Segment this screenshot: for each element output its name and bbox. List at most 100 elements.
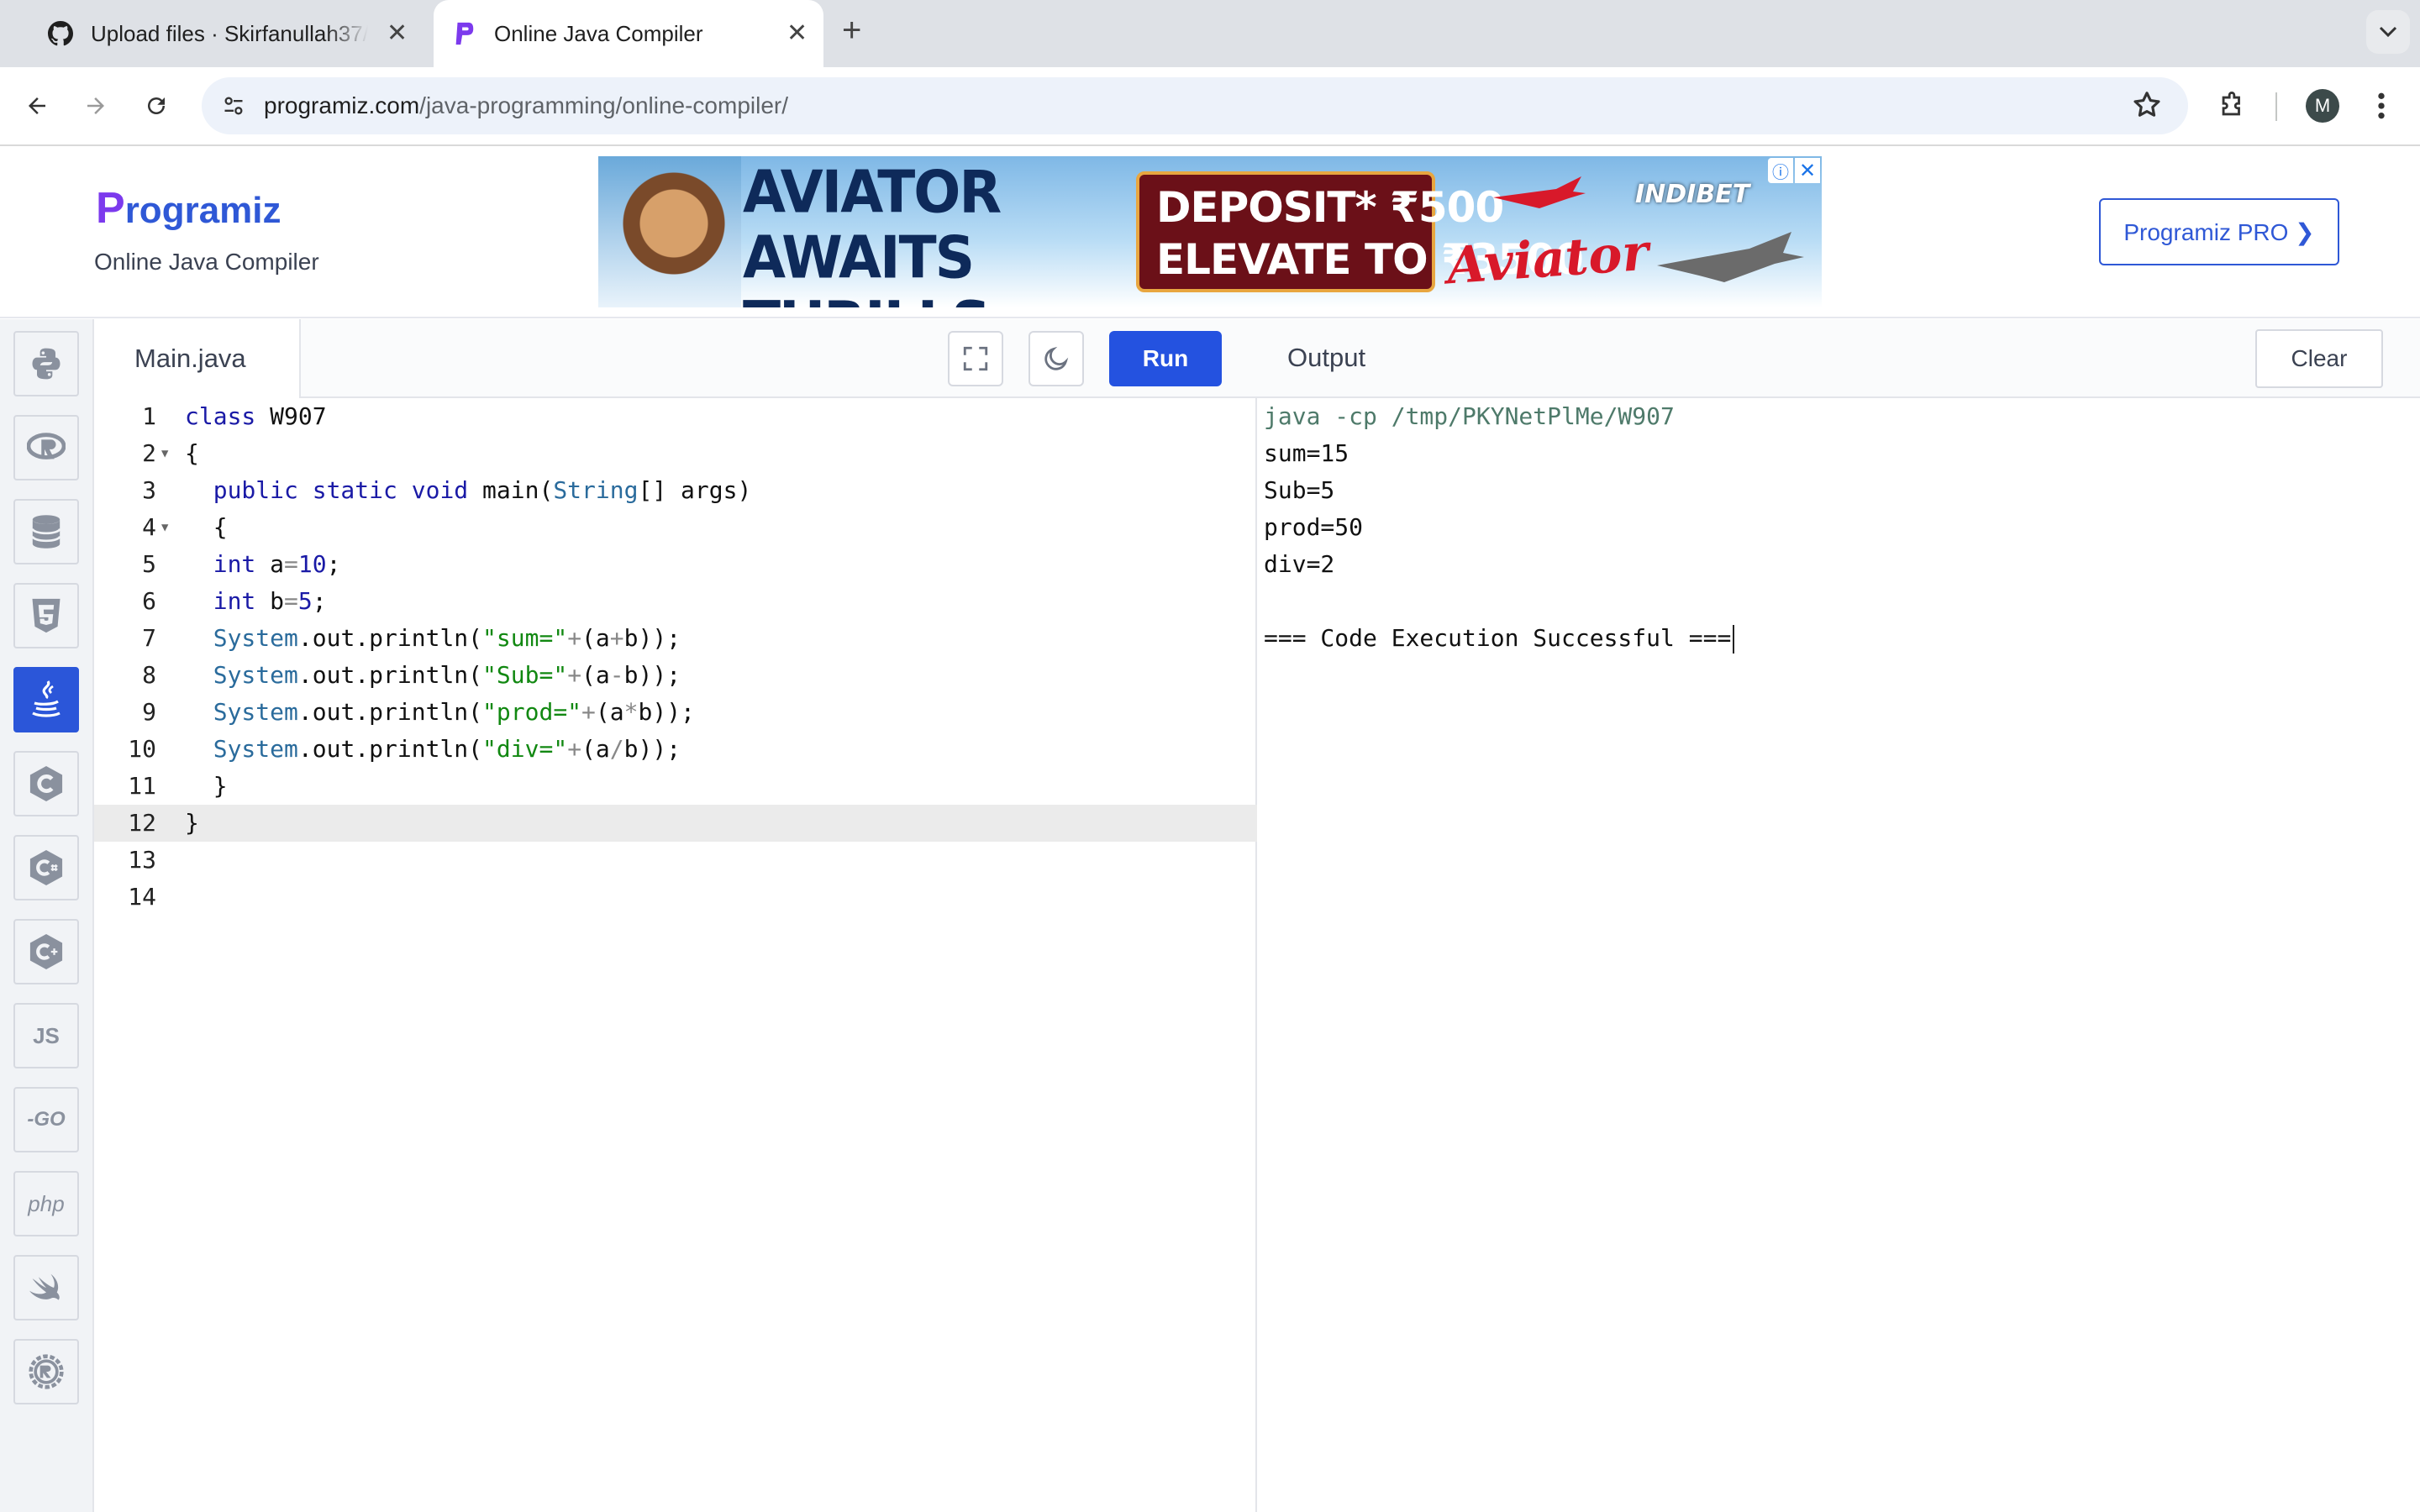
code-editor-pane: Main.java Run 1 class W907 2 ▼{3 public sta… bbox=[94, 319, 1257, 1512]
advertisement-banner[interactable]: AVIATOR AWAITS THRILLS ABOVE DEPOSIT* ₹5… bbox=[598, 156, 1822, 307]
swift-icon[interactable] bbox=[13, 1255, 79, 1320]
output-pane: Output Clear java -cp /tmp/PKYNetPlMe/W9… bbox=[1257, 319, 2420, 1512]
output-line: Sub=5 bbox=[1264, 476, 1335, 504]
r-lang-icon[interactable] bbox=[13, 415, 79, 480]
code-line[interactable]: 1 class W907 bbox=[94, 398, 1257, 435]
code-line[interactable]: 8 System.out.println("Sub="+(a-b)); bbox=[94, 657, 1257, 694]
extensions-icon[interactable] bbox=[2210, 84, 2254, 128]
tab-search-icon[interactable] bbox=[2366, 10, 2410, 54]
browser-tab-programiz[interactable]: Online Java Compiler ✕ bbox=[434, 0, 823, 67]
ad-close-icon[interactable]: ✕ bbox=[1795, 158, 1820, 183]
clear-button[interactable]: Clear bbox=[2255, 329, 2383, 388]
browser-menu-icon[interactable] bbox=[2360, 84, 2403, 128]
code-line[interactable]: 4 ▼ { bbox=[94, 509, 1257, 546]
fullscreen-icon[interactable] bbox=[948, 331, 1003, 386]
code-line[interactable]: 11 } bbox=[94, 768, 1257, 805]
code-line[interactable]: 5 int a=10; bbox=[94, 546, 1257, 583]
code-text: class W907 bbox=[185, 402, 327, 430]
database-icon[interactable] bbox=[13, 499, 79, 564]
editor-header: Main.java Run bbox=[94, 319, 1257, 398]
line-number: 14 bbox=[128, 883, 156, 911]
output-title: Output bbox=[1287, 343, 1366, 372]
code-line[interactable]: 9 System.out.println("prod="+(a*b)); bbox=[94, 694, 1257, 731]
close-tab-icon[interactable]: ✕ bbox=[786, 18, 808, 48]
ad-info-icon[interactable]: ⓘ bbox=[1768, 158, 1793, 183]
line-number: 6 bbox=[142, 587, 156, 615]
new-tab-icon[interactable]: + bbox=[842, 12, 861, 50]
output-header: Output Clear bbox=[1257, 319, 2420, 398]
site-settings-icon[interactable] bbox=[213, 86, 254, 126]
ad-brand-aviator: Aviator bbox=[1444, 223, 1651, 297]
run-button[interactable]: Run bbox=[1109, 331, 1222, 386]
code-text: } bbox=[185, 809, 199, 837]
code-text: { bbox=[185, 513, 228, 541]
address-bar[interactable]: programiz.com/java-programming/online-co… bbox=[202, 77, 2188, 134]
fold-arrow-icon[interactable]: ▼ bbox=[161, 435, 168, 472]
code-line[interactable]: 7 System.out.println("sum="+(a+b)); bbox=[94, 620, 1257, 657]
code-text: { bbox=[185, 439, 199, 467]
line-number: 11 bbox=[128, 772, 156, 800]
line-number: 7 bbox=[142, 624, 156, 652]
ad-plane-icon bbox=[1657, 232, 1804, 282]
ad-brand-indibet: INDIBET bbox=[1635, 180, 1750, 209]
go-icon[interactable]: -GO bbox=[13, 1087, 79, 1152]
line-number: 4 bbox=[142, 513, 156, 541]
bookmark-star-icon[interactable] bbox=[2131, 89, 2163, 125]
output-line: prod=50 bbox=[1264, 513, 1364, 541]
output-line: java -cp /tmp/PKYNetPlMe/W907 bbox=[1264, 402, 1675, 430]
code-line[interactable]: 6 int b=5; bbox=[94, 583, 1257, 620]
code-line[interactable]: 12} bbox=[94, 805, 1257, 842]
code-line[interactable]: 13 bbox=[94, 842, 1257, 879]
page-header: Programiz Online Java Compiler AVIATOR A… bbox=[0, 146, 2420, 318]
file-tab-main-java[interactable]: Main.java bbox=[94, 319, 301, 398]
url-text[interactable]: programiz.com/java-programming/online-co… bbox=[264, 92, 788, 119]
rust-icon[interactable] bbox=[13, 1339, 79, 1404]
dark-mode-moon-icon[interactable] bbox=[1028, 331, 1084, 386]
line-number: 5 bbox=[142, 550, 156, 578]
profile-avatar[interactable]: M bbox=[2301, 84, 2344, 128]
java-icon[interactable] bbox=[13, 667, 79, 732]
close-tab-icon[interactable]: ✕ bbox=[387, 18, 408, 48]
html5-icon[interactable] bbox=[13, 583, 79, 648]
code-text: int b=5; bbox=[213, 587, 327, 615]
code-text: System.out.println("prod="+(a*b)); bbox=[213, 698, 695, 726]
line-number: 8 bbox=[142, 661, 156, 689]
ad-pilot-image bbox=[598, 156, 741, 307]
output-line: div=2 bbox=[1264, 550, 1335, 578]
programiz-icon bbox=[450, 20, 477, 47]
code-line[interactable]: 3 public static void main(String[] args) bbox=[94, 472, 1257, 509]
programiz-logo[interactable]: Programiz bbox=[96, 183, 281, 234]
browser-tab-github[interactable]: Upload files · Skirfanullah37/s ✕ bbox=[47, 0, 408, 67]
line-number: 10 bbox=[128, 735, 156, 763]
output-console[interactable]: java -cp /tmp/PKYNetPlMe/W907 sum=15 Sub=5… bbox=[1264, 398, 1735, 657]
line-number: 12 bbox=[128, 809, 156, 837]
output-line: sum=15 bbox=[1264, 439, 1349, 467]
php-icon[interactable]: php bbox=[13, 1171, 79, 1236]
ad-offer-badge: DEPOSIT* ₹500 ELEVATE TO ₹3500 bbox=[1136, 171, 1584, 292]
code-text: System.out.println("div="+(a/b)); bbox=[213, 735, 681, 763]
ad-headline: AVIATOR AWAITS THRILLS ABOVE bbox=[743, 158, 1002, 307]
programiz-pro-button[interactable]: Programiz PRO ❯ bbox=[2099, 198, 2339, 265]
javascript-icon[interactable]: JS bbox=[13, 1003, 79, 1068]
code-line[interactable]: 10 System.out.println("div="+(a/b)); bbox=[94, 731, 1257, 768]
line-number: 1 bbox=[142, 402, 156, 430]
fold-arrow-icon[interactable]: ▼ bbox=[161, 509, 168, 546]
output-line: === Code Execution Successful === bbox=[1264, 620, 1735, 657]
python-icon[interactable] bbox=[13, 331, 79, 396]
language-sidebar: JS -GO php bbox=[0, 319, 94, 1512]
reload-icon[interactable] bbox=[134, 84, 178, 128]
c-lang-icon[interactable] bbox=[13, 751, 79, 816]
code-line[interactable]: 14 bbox=[94, 879, 1257, 916]
csharp-icon[interactable] bbox=[13, 835, 79, 900]
line-number: 13 bbox=[128, 846, 156, 874]
code-line[interactable]: 2 ▼ { bbox=[94, 435, 1257, 472]
cpp-icon[interactable] bbox=[13, 919, 79, 984]
code-text: System.out.println("sum="+(a+b)); bbox=[213, 624, 681, 652]
browser-toolbar: programiz.com/java-programming/online-co… bbox=[0, 67, 2420, 146]
back-icon[interactable] bbox=[15, 84, 59, 128]
tab-title: Online Java Compiler bbox=[494, 20, 703, 46]
forward-icon[interactable] bbox=[74, 84, 118, 128]
code-area[interactable]: 1 class W907 2 ▼{3 public static void main(… bbox=[94, 398, 1257, 916]
code-text: public static void main(String[] args) bbox=[213, 476, 752, 504]
